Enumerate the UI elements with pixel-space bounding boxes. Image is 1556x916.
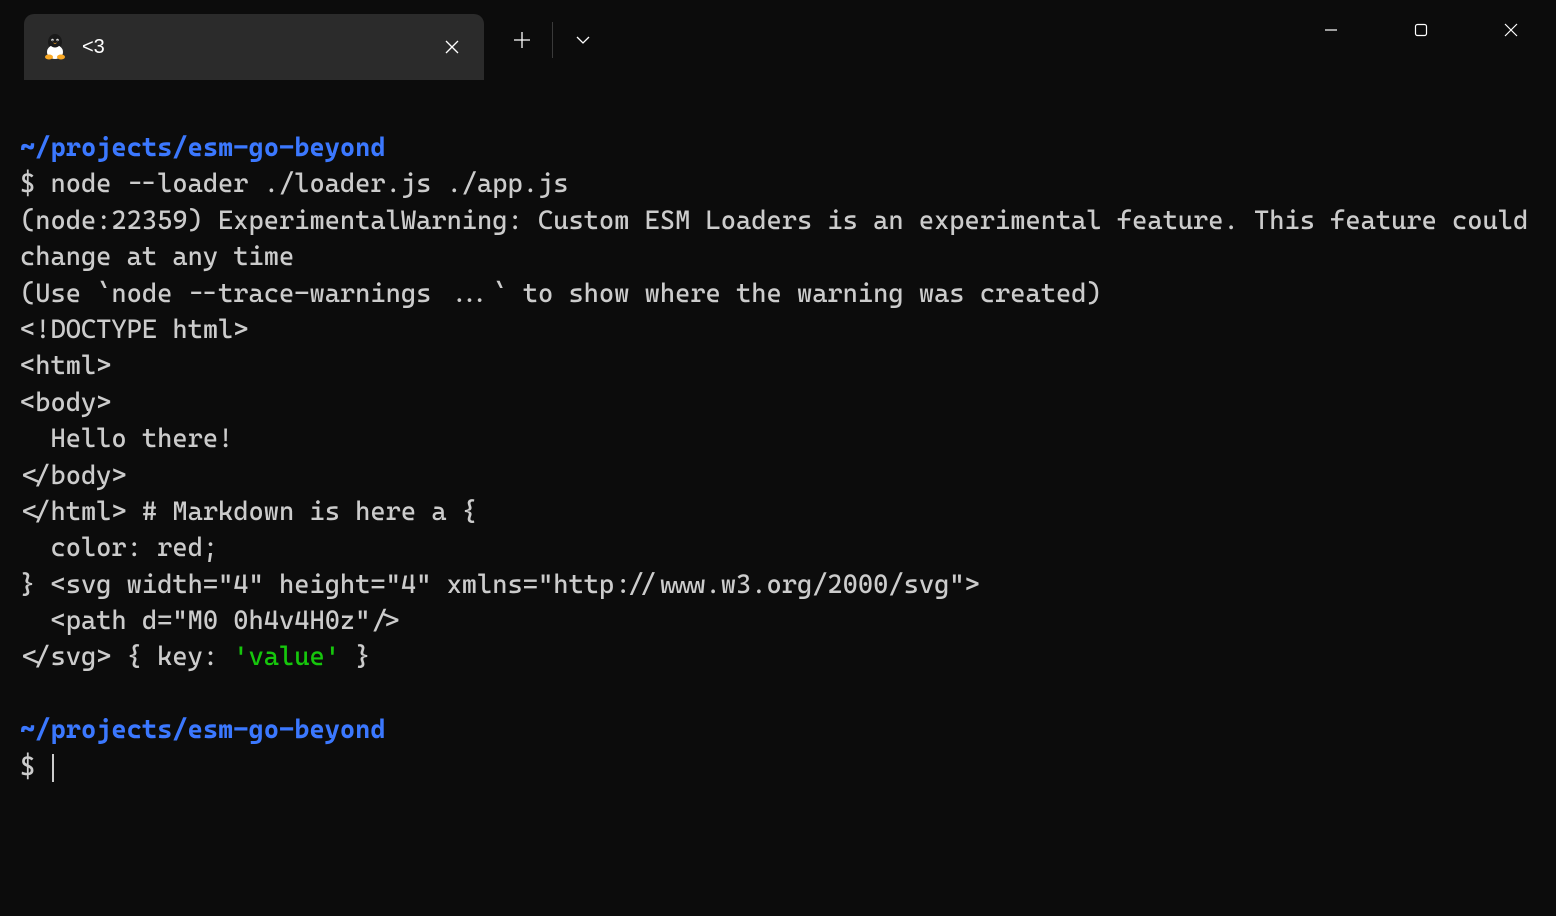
window-controls (1286, 0, 1556, 60)
output-line: color: red; (20, 533, 218, 563)
tab-dropdown-button[interactable] (557, 14, 609, 66)
output-line: (node:22359) ExperimentalWarning: Custom… (20, 206, 1543, 272)
output-line: <!DOCTYPE html> (20, 315, 249, 345)
prompt-symbol: $ (20, 752, 35, 782)
output-line: (Use `node --trace-warnings ...` to show… (20, 279, 1102, 309)
minimize-button[interactable] (1286, 0, 1376, 60)
output-line: Hello there! (20, 424, 233, 454)
output-line: } (340, 642, 370, 672)
cwd-path: ~/projects/esm-go-beyond (20, 133, 386, 163)
output-line: } <svg width="4" height="4" xmlns="http:… (20, 570, 980, 600)
maximize-button[interactable] (1376, 0, 1466, 60)
cwd-path: ~/projects/esm-go-beyond (20, 715, 386, 745)
tab-title: <3 (82, 36, 438, 59)
terminal-tab[interactable]: <3 (24, 14, 484, 80)
titlebar: <3 (0, 0, 1556, 80)
cursor (52, 754, 54, 782)
output-line: <body> (20, 388, 111, 418)
output-line: </body> (20, 461, 127, 491)
output-line: </html> # Markdown is here a { (20, 497, 477, 527)
prompt-symbol: $ (20, 169, 35, 199)
terminal-output[interactable]: ~/projects/esm-go-beyond $ node --loader… (0, 80, 1556, 805)
output-line: <html> (20, 351, 111, 381)
tux-icon (42, 34, 68, 60)
command-text: node --loader ./loader.js ./app.js (50, 169, 568, 199)
close-tab-button[interactable] (438, 33, 466, 61)
string-literal: 'value' (233, 642, 340, 672)
close-window-button[interactable] (1466, 0, 1556, 60)
new-tab-button[interactable] (496, 14, 548, 66)
output-line: </svg> { key: (20, 642, 233, 672)
tab-divider (552, 22, 553, 58)
output-line: <path d="M0 0h4v4H0z"/> (20, 606, 401, 636)
